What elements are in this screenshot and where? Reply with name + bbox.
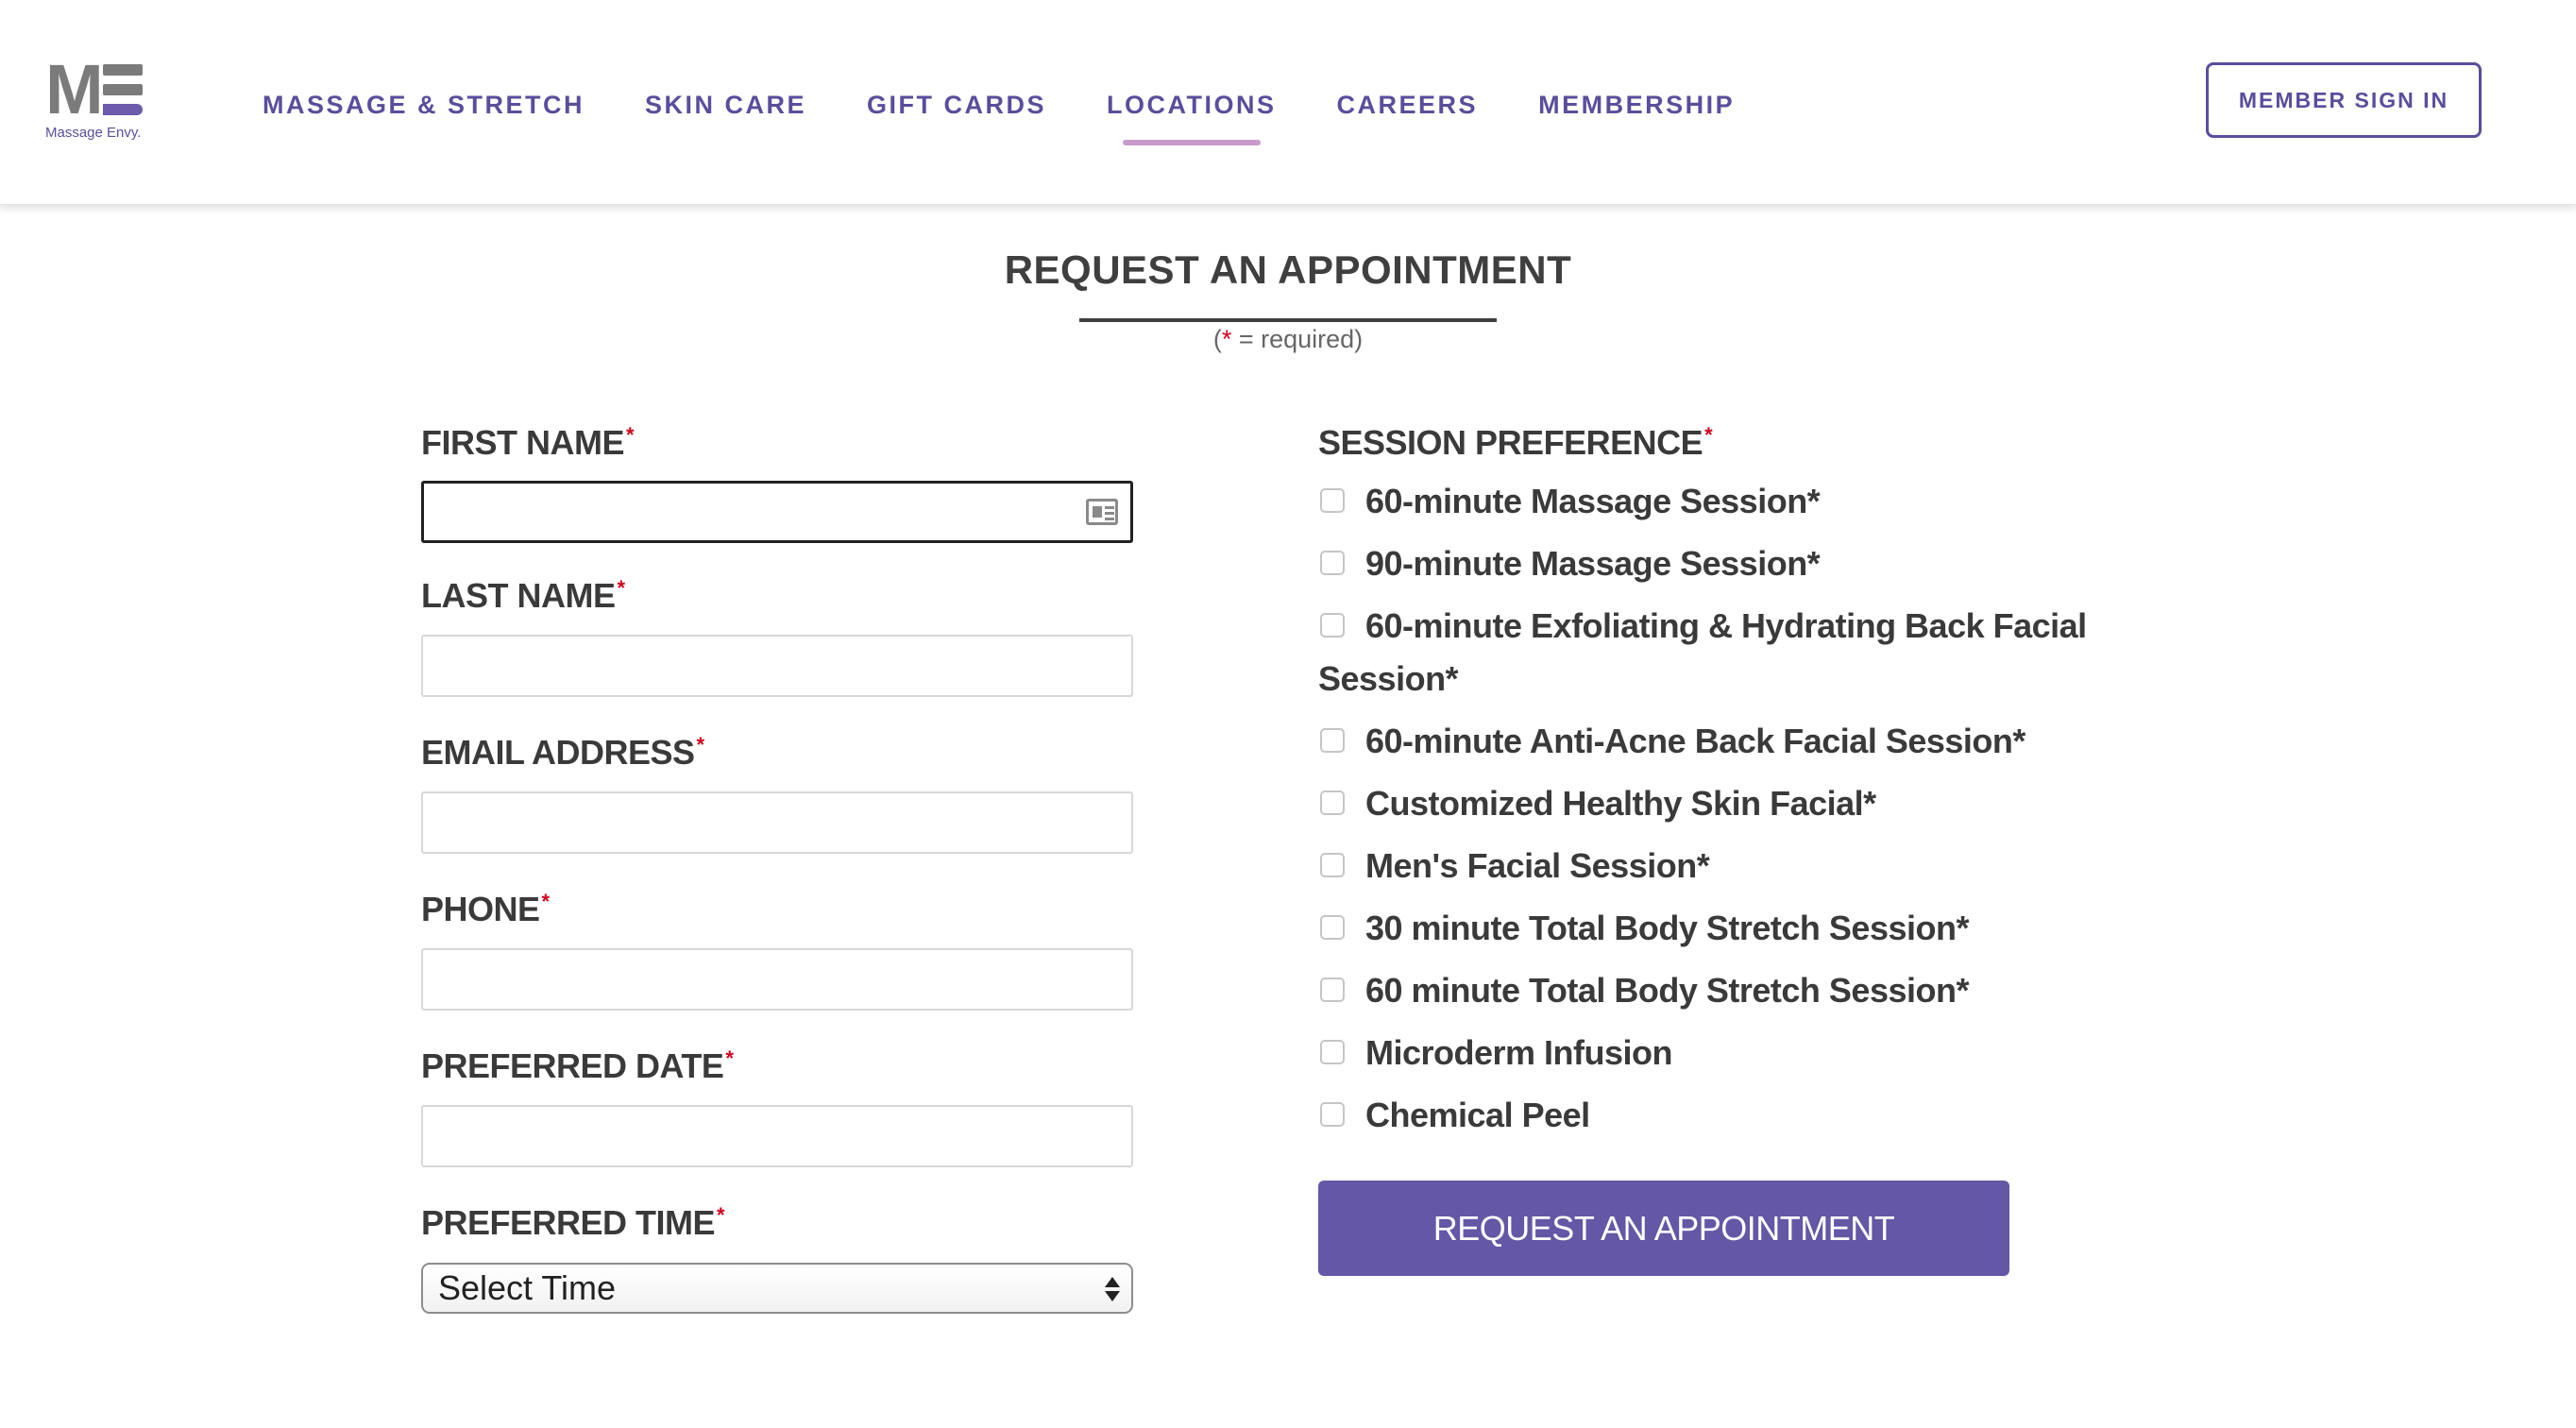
nav-item-membership[interactable]: MEMBERSHIP: [1538, 91, 1735, 120]
logo-monogram: M: [45, 50, 104, 128]
main-nav: MASSAGE & STRETCH SKIN CARE GIFT CARDS L…: [263, 91, 1795, 145]
session-option-back-facial: 60-minute Exfoliating & Hydrating Back F…: [1318, 606, 2087, 698]
session-checkbox[interactable]: [1320, 790, 1345, 816]
massage-envy-logo[interactable]: M Massage Envy.: [45, 50, 149, 147]
required-star: *: [1221, 325, 1232, 353]
first-name-label: FIRST NAME*: [421, 423, 635, 462]
last-name-label: LAST NAME*: [421, 576, 625, 615]
logo-e-bars: [102, 64, 143, 115]
session-option-60-stretch: 60 minute Total Body Stretch Session*: [1318, 964, 2111, 1017]
request-appointment-button[interactable]: REQUEST AN APPOINTMENT: [1318, 1181, 2009, 1276]
session-checkbox[interactable]: [1320, 915, 1345, 941]
session-checkbox[interactable]: [1320, 728, 1345, 754]
phone-label: PHONE*: [421, 890, 550, 928]
nav-item-locations[interactable]: LOCATIONS: [1107, 91, 1277, 145]
session-preference-label: SESSION PREFERENCE*: [1318, 423, 1713, 462]
session-checkbox[interactable]: [1320, 1040, 1345, 1065]
preferred-date-input[interactable]: [421, 1105, 1133, 1167]
session-checkbox[interactable]: [1320, 978, 1345, 1003]
session-option-chemical-peel: Chemical Peel: [1318, 1089, 2111, 1142]
session-option-90-massage: 90-minute Massage Session*: [1318, 537, 2111, 590]
preferred-date-label: PREFERRED DATE*: [421, 1046, 734, 1085]
preferred-time-selected: Select Time: [438, 1268, 617, 1307]
first-name-input[interactable]: [421, 481, 1133, 543]
logo-mark: M: [45, 50, 149, 128]
session-checkbox[interactable]: [1320, 613, 1345, 638]
session-checkbox[interactable]: [1320, 853, 1345, 878]
phone-input[interactable]: [421, 948, 1133, 1011]
session-option-healthy-skin: Customized Healthy Skin Facial*: [1318, 777, 2111, 830]
required-note: (* = required): [1212, 325, 1364, 353]
nav-item-gift-cards[interactable]: GIFT CARDS: [867, 91, 1046, 120]
preferred-time-select[interactable]: Select Time: [421, 1263, 1133, 1314]
session-option-mens-facial: Men's Facial Session*: [1318, 840, 2111, 892]
email-input[interactable]: [421, 791, 1133, 854]
email-label: EMAIL ADDRESS*: [421, 733, 704, 772]
site-header: M Massage Envy. MASSAGE & STRETCH SKIN C…: [0, 0, 2576, 205]
nav-item-massage-stretch[interactable]: MASSAGE & STRETCH: [263, 91, 585, 120]
last-name-input[interactable]: [421, 635, 1133, 697]
session-option-anti-acne: 60-minute Anti-Acne Back Facial Session*: [1318, 715, 2111, 768]
contact-card-icon[interactable]: [1086, 499, 1118, 525]
select-arrows-icon: [1103, 1270, 1122, 1308]
session-option-microderm: Microderm Infusion: [1318, 1027, 2111, 1080]
session-option-30-stretch: 30 minute Total Body Stretch Session*: [1318, 902, 2111, 955]
session-checkbox[interactable]: [1320, 488, 1345, 514]
page-title: REQUEST AN APPOINTMENT: [1004, 247, 1572, 292]
session-checkbox[interactable]: [1320, 1102, 1345, 1128]
preferred-time-label: PREFERRED TIME*: [421, 1203, 725, 1242]
nav-item-skin-care[interactable]: SKIN CARE: [645, 91, 806, 120]
logo-text: Massage Envy.: [45, 125, 142, 141]
member-sign-in-button[interactable]: MEMBER SIGN IN: [2206, 62, 2482, 138]
title-underline: [1079, 318, 1497, 322]
session-checkbox[interactable]: [1320, 551, 1345, 576]
nav-item-careers[interactable]: CAREERS: [1337, 91, 1479, 120]
session-option-60-massage: 60-minute Massage Session*: [1318, 475, 2111, 528]
